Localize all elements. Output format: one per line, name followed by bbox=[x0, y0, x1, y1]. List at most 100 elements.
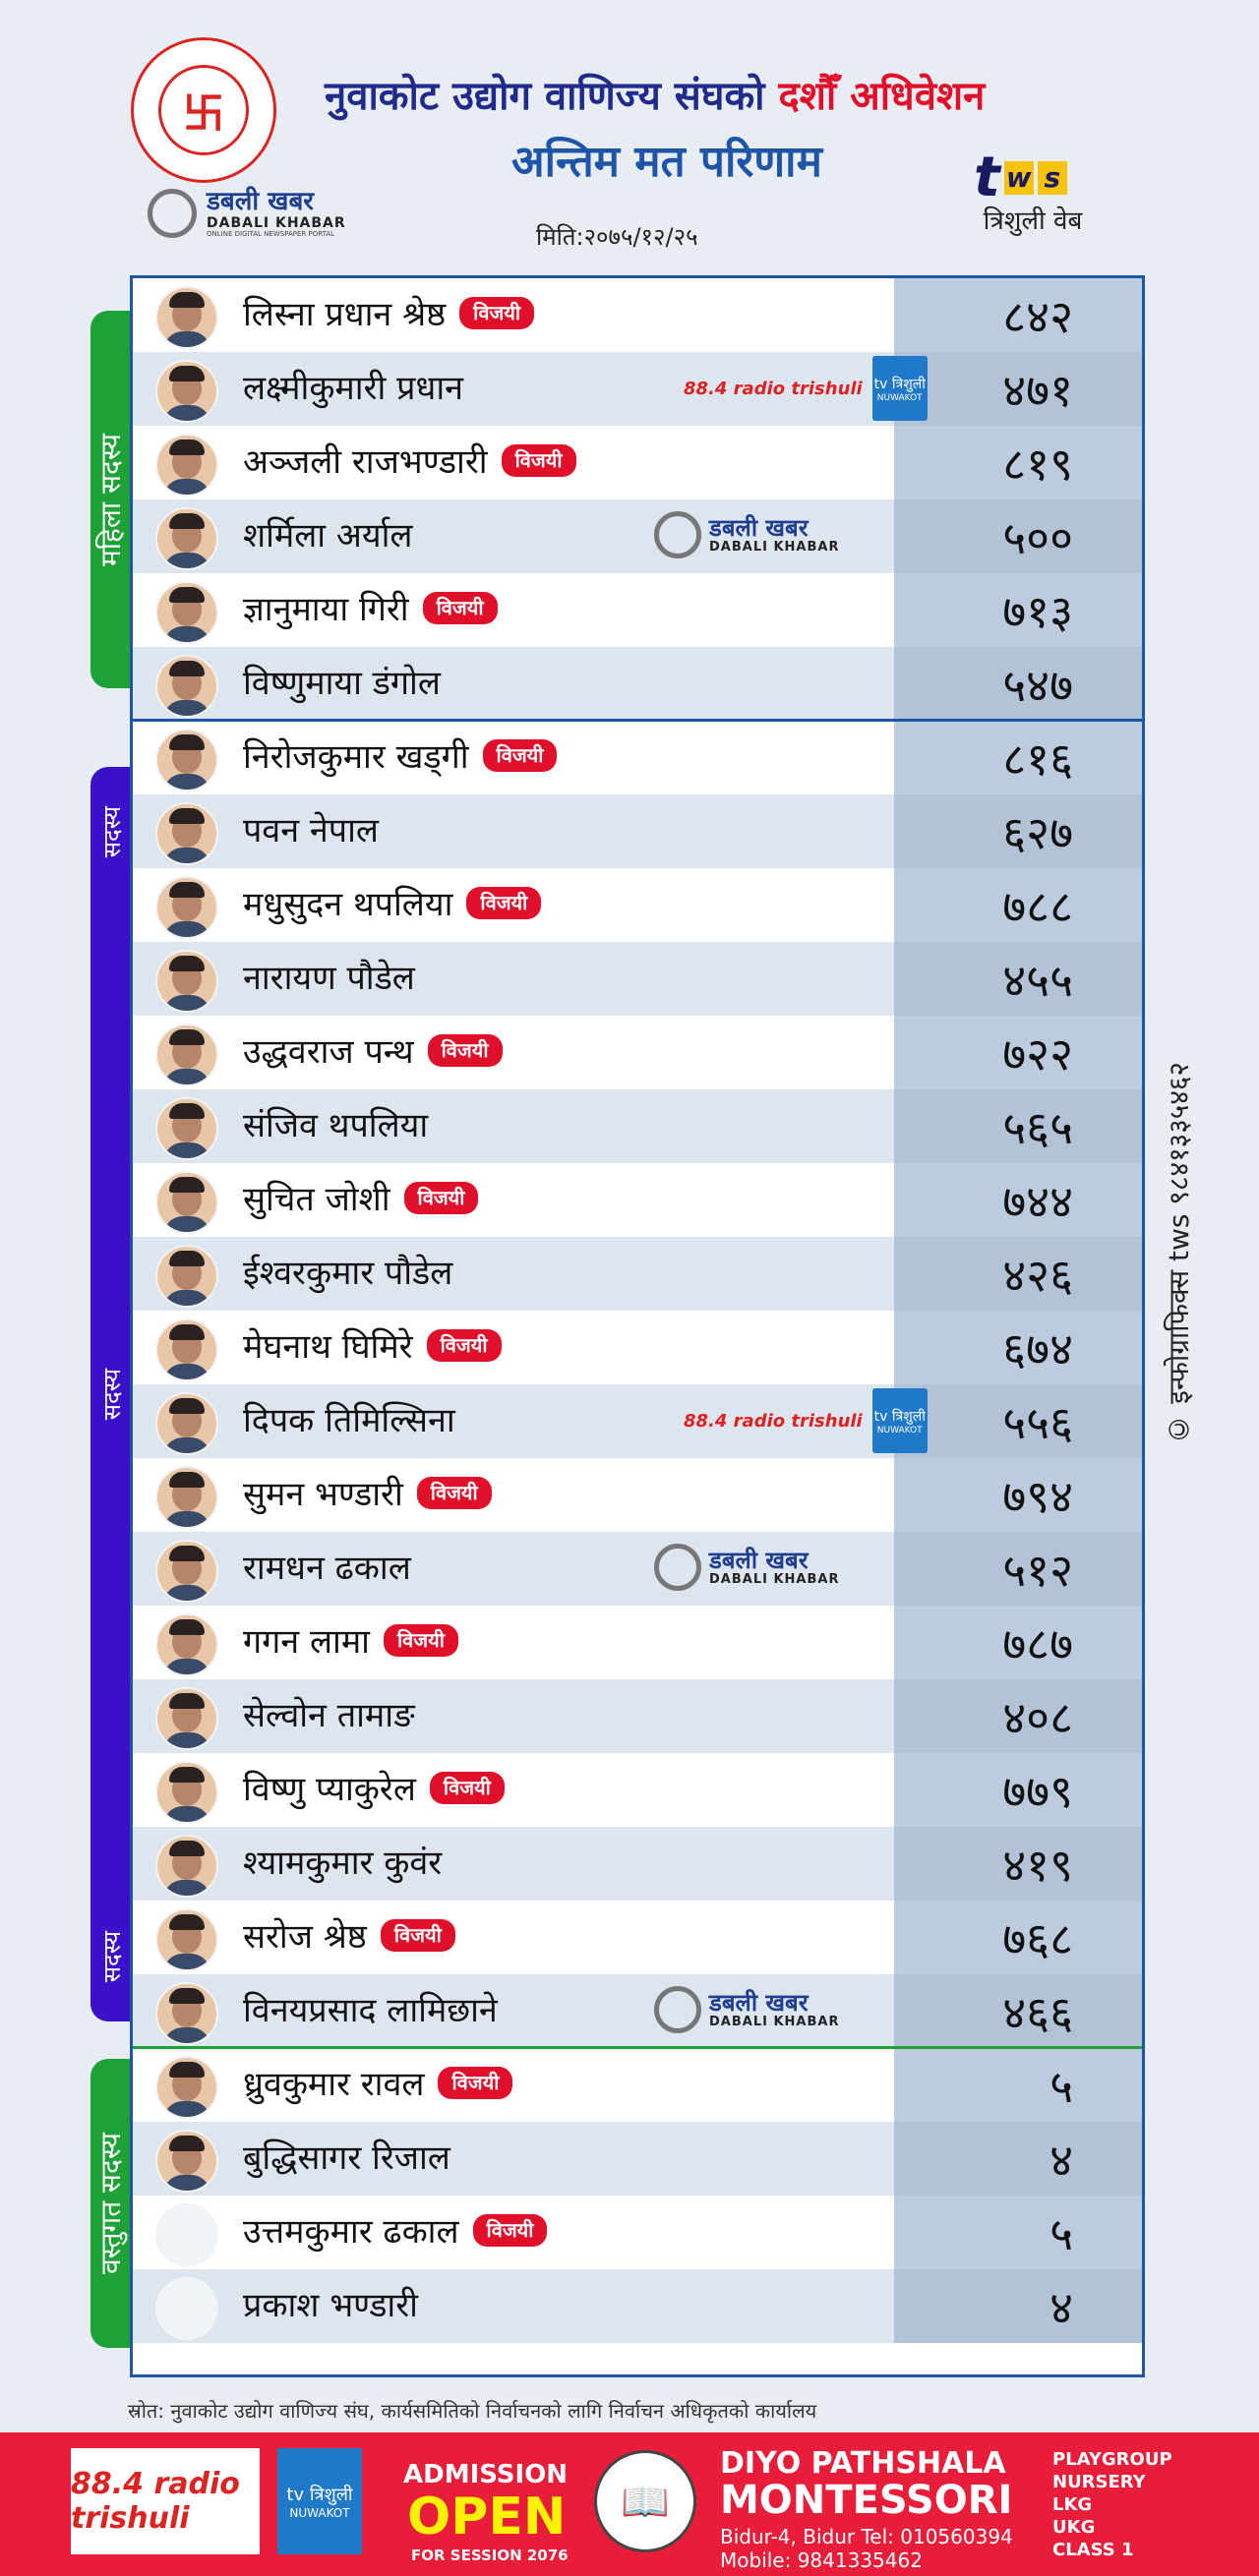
school-mobile: Mobile: 9841335462 bbox=[720, 2548, 923, 2572]
candidate-name: लक्ष्मीकुमारी प्रधान bbox=[243, 369, 464, 408]
avatar bbox=[155, 507, 218, 570]
candidate-name: बुद्धिसागर रिजाल bbox=[243, 2138, 450, 2178]
table-row: विष्णुमाया डंगोल ५४७ bbox=[133, 647, 1142, 721]
candidate-name-cell: दिपक तिमिल्सिना bbox=[243, 1396, 455, 1441]
winner-badge: विजयी bbox=[427, 1033, 503, 1067]
dabali-ring-icon bbox=[654, 1544, 701, 1591]
candidate-name: गगन लामा bbox=[243, 1622, 370, 1662]
vote-count: ४ bbox=[1049, 2280, 1073, 2334]
dabali-name: डबली खबर bbox=[207, 187, 314, 217]
candidate-name-cell: अञ्जली राजभण्डारी विजयी bbox=[243, 438, 576, 483]
sponsor-dabali-khabar: डबली खबर DABALI KHABAR bbox=[654, 1986, 839, 2033]
candidate-name-cell: मेघनाथ घिमिरे विजयी bbox=[243, 1322, 502, 1368]
candidate-name: सुमन भण्डारी bbox=[243, 1475, 403, 1514]
table-row: उद्धवराज पन्थ विजयी ७२२ bbox=[133, 1016, 1142, 1089]
candidate-name: ईश्वरकुमार पौडेल bbox=[243, 1254, 453, 1293]
candidate-name-cell: संजिव थपलिया bbox=[243, 1101, 428, 1146]
section-divider bbox=[133, 719, 1142, 722]
dabali-name-en: DABALI KHABAR bbox=[709, 1571, 840, 1587]
vote-count: ६२७ bbox=[1002, 805, 1073, 859]
tv-trishuli-label: tv त्रिशुली bbox=[286, 2485, 353, 2505]
federation-logo: 卐 bbox=[131, 37, 276, 183]
table-row: विष्णु प्याकुरेल विजयी ७७९ bbox=[133, 1753, 1142, 1827]
table-row: विनयप्रसाद लामिछाने डबली खबर DABALI KHABAR… bbox=[133, 1974, 1142, 2048]
session-label: FOR SESSION 2076 bbox=[411, 2547, 569, 2564]
vote-count: ८४२ bbox=[1002, 289, 1073, 343]
candidate-name-cell: विनयप्रसाद लामिछाने bbox=[243, 1986, 498, 2031]
avatar bbox=[155, 1392, 218, 1455]
candidate-name-cell: ज्ञानुमाया गिरी विजयी bbox=[243, 585, 498, 630]
date-label: मिति:२०७५/१२/२५ bbox=[536, 223, 698, 251]
open-label: OPEN bbox=[407, 2488, 567, 2547]
avatar bbox=[155, 1540, 218, 1603]
winner-badge: विजयी bbox=[422, 591, 498, 624]
page-title: नुवाकोट उद्योग वाणिज्य संघको दशौँ अधिवेश… bbox=[325, 67, 985, 121]
vote-count: ५ bbox=[1049, 2206, 1073, 2260]
source-note: स्रोत: नुवाकोट उद्योग वाणिज्य संघ, कार्य… bbox=[128, 2399, 817, 2423]
avatar bbox=[155, 2203, 218, 2266]
vote-count: ७६८ bbox=[1002, 1911, 1073, 1965]
dabali-ring-icon bbox=[654, 1986, 701, 2033]
section-label-members-bot: सदस्य bbox=[97, 1930, 126, 1982]
candidate-name: प्रकाश भण्डारी bbox=[243, 2286, 418, 2325]
candidate-name: विष्णु प्याकुरेल bbox=[243, 1770, 416, 1809]
candidate-name: मेघनाथ घिमिरे bbox=[243, 1327, 413, 1367]
school-address: Bidur-4, Bidur Tel: 010560394 bbox=[720, 2525, 1013, 2548]
vote-count: ८१९ bbox=[1002, 437, 1073, 491]
title-highlight: दशौँ अधिवेशन bbox=[778, 74, 986, 119]
vote-count: ५०० bbox=[1002, 510, 1073, 564]
candidate-name-cell: रामधन ढकाल bbox=[243, 1544, 411, 1589]
avatar bbox=[155, 655, 218, 718]
winner-badge: विजयी bbox=[380, 1918, 455, 1952]
vote-count: ८१६ bbox=[1002, 732, 1073, 786]
table-row: मधुसुदन थपलिया विजयी ७८८ bbox=[133, 868, 1142, 942]
candidate-name: मधुसुदन थपलिया bbox=[243, 885, 453, 924]
avatar bbox=[155, 1466, 218, 1529]
candidate-name-cell: शर्मिला अर्याल bbox=[243, 511, 412, 556]
avatar bbox=[155, 1245, 218, 1308]
candidate-name-cell: प्रकाश भण्डारी bbox=[243, 2281, 418, 2326]
dabali-name-en: DABALI KHABAR bbox=[207, 214, 346, 231]
avatar bbox=[155, 581, 218, 644]
table-row: उत्तमकुमार ढकाल विजयी ५ bbox=[133, 2195, 1142, 2269]
candidate-name: उत्तमकुमार ढकाल bbox=[243, 2212, 459, 2252]
tws-logo: t w s त्रिशुली वेब bbox=[974, 146, 1111, 244]
footer-ad: 88.4 radio trishuli tv त्रिशुली NUWAKOT … bbox=[0, 2432, 1259, 2576]
candidate-name-cell: पवन नेपाल bbox=[243, 806, 379, 851]
vote-count: ४०८ bbox=[1002, 1690, 1073, 1744]
winner-badge: विजयी bbox=[383, 1623, 458, 1657]
avatar bbox=[155, 729, 218, 791]
radio-label: 88.4 radio trishuli bbox=[684, 378, 863, 399]
sponsor-dabali-khabar: डबली खबर DABALI KHABAR bbox=[654, 511, 839, 558]
section-label-objective-text: वस्तुगत सदस्य bbox=[94, 2133, 127, 2274]
admission-label: ADMISSION bbox=[403, 2460, 569, 2489]
candidate-name-cell: नारायण पौडेल bbox=[243, 954, 415, 999]
table-row: ध्रुवकुमार रावल विजयी ५ bbox=[133, 2048, 1142, 2122]
sponsor-dabali-khabar: डबली खबर DABALI KHABAR bbox=[654, 1544, 839, 1591]
dabali-name: डबली खबर bbox=[709, 1988, 809, 2017]
vote-count: ७२२ bbox=[1002, 1026, 1073, 1081]
vote-count: ७७९ bbox=[1002, 1764, 1073, 1818]
tws-caption: त्रिशुली वेब bbox=[983, 206, 1083, 236]
class-list: PLAYGROUP NURSERY LKG UKG CLASS 1 bbox=[1052, 2448, 1172, 2561]
table-row: श्यामकुमार कुवंर ४१९ bbox=[133, 1827, 1142, 1901]
avatar bbox=[155, 434, 218, 497]
sponsor-radio-trishuli: 88.4 radio trishuli tv त्रिशुली NUWAKOT bbox=[684, 356, 928, 421]
vote-count: ७१३ bbox=[1002, 584, 1073, 638]
winner-badge: विजयी bbox=[416, 1476, 492, 1509]
tws-w: w bbox=[1003, 160, 1034, 195]
dabali-name: डबली खबर bbox=[709, 513, 809, 542]
class-item: LKG bbox=[1052, 2494, 1093, 2515]
winner-badge: विजयी bbox=[501, 443, 576, 477]
candidate-name: लिस्ना प्रधान श्रेष्ठ bbox=[243, 295, 447, 334]
vote-count: ४६६ bbox=[1002, 1985, 1073, 2039]
winner-badge: विजयी bbox=[472, 2213, 548, 2247]
avatar bbox=[155, 1761, 218, 1824]
avatar bbox=[155, 1318, 218, 1381]
candidate-name: पवन नेपाल bbox=[243, 811, 379, 850]
candidate-name: रामधन ढकाल bbox=[243, 1549, 411, 1588]
winner-badge: विजयी bbox=[438, 2066, 513, 2099]
candidate-name-cell: सुचित जोशी विजयी bbox=[243, 1175, 479, 1220]
dabali-ring-icon bbox=[148, 189, 197, 238]
candidate-name-cell: सुमन भण्डारी विजयी bbox=[243, 1470, 492, 1515]
